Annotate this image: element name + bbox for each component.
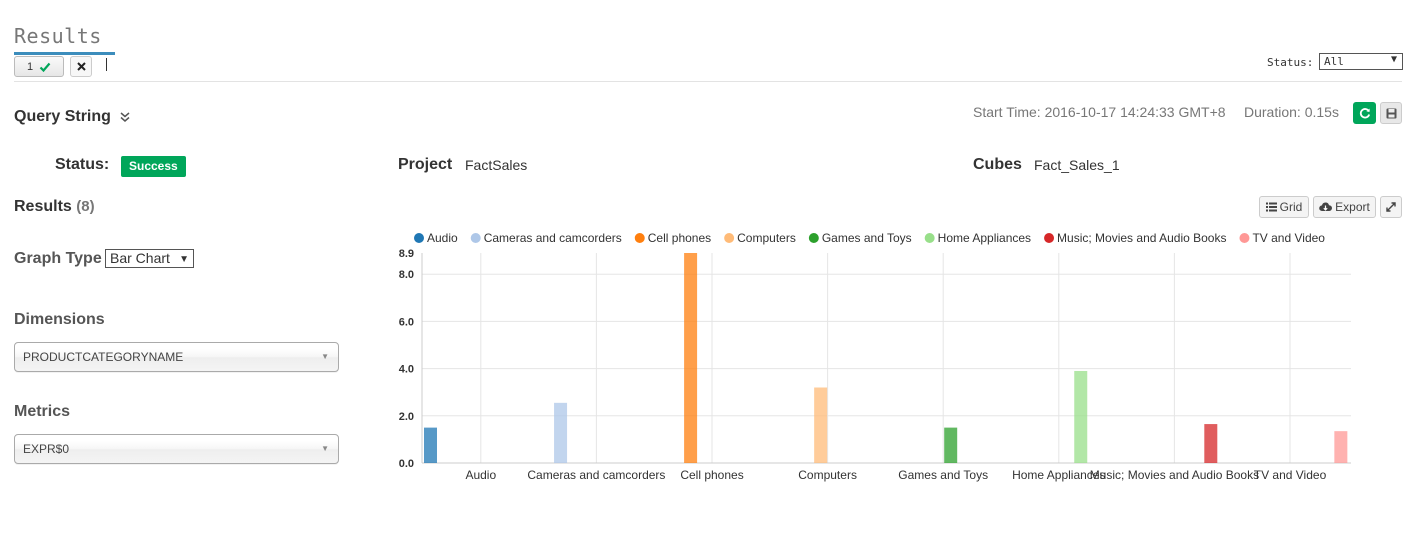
double-chevron-down-icon[interactable]	[119, 111, 131, 123]
legend-label: Audio	[427, 231, 458, 245]
y-tick-label: 4.0	[399, 364, 414, 376]
dropdown-arrow-icon: ▼	[1390, 54, 1397, 65]
status-filter-value: All	[1324, 55, 1344, 68]
bar-chart: 0.0 2.0 4.0 6.0 8.0 8.9 Audio Cameras and camc…	[399, 231, 1351, 482]
bar-computers[interactable]	[814, 387, 828, 463]
x-tick-label: Cell phones	[680, 468, 743, 482]
metrics-label: Metrics	[14, 403, 71, 420]
x-tick-label: Home Appliances	[1012, 468, 1105, 482]
x-tick-label: Games and Toys	[898, 468, 988, 482]
dimensions-select[interactable]: PRODUCTCATEGORYNAME ▼	[14, 342, 339, 372]
x-tick-label: Computers	[798, 468, 857, 482]
dimensions-label: Dimensions	[14, 311, 105, 328]
project-label: Project	[398, 156, 453, 173]
query-string-toggle[interactable]: Query String	[14, 108, 111, 126]
legend-swatch	[470, 233, 481, 243]
status-filter-label: Status:	[1267, 56, 1314, 69]
header-divider	[14, 81, 1402, 82]
legend-label: Computers	[737, 231, 796, 245]
export-button-label: Export	[1335, 200, 1370, 214]
legend-swatch	[1239, 233, 1250, 243]
grid-view-button[interactable]: Grid	[1259, 196, 1309, 218]
legend-label: Cell phones	[648, 231, 711, 245]
legend-label: Games and Toys	[822, 231, 912, 245]
graph-type-select[interactable]: Bar Chart ▼	[105, 249, 194, 268]
status-label: Status:	[55, 156, 110, 173]
bar-music-movies-and-audio-books[interactable]	[1204, 424, 1218, 463]
legend-label: Cameras and camcorders	[484, 231, 622, 245]
legend-item[interactable]: Computers	[724, 231, 796, 245]
y-tick-label: 8.0	[399, 269, 414, 281]
legend-item[interactable]: Cell phones	[634, 231, 711, 245]
caret-down-icon: ▼	[321, 352, 329, 361]
legend-swatch	[1044, 233, 1055, 243]
status-badge: Success	[121, 156, 186, 177]
query-tab-1[interactable]: 1	[14, 56, 64, 77]
graph-type-label: Graph Type	[14, 250, 102, 267]
start-time: Start Time: 2016-10-17 14:24:33 GMT+8	[973, 104, 1226, 120]
legend-item[interactable]: Home Appliances	[924, 231, 1031, 245]
y-tick-label: 2.0	[399, 411, 414, 423]
fullscreen-button[interactable]	[1380, 196, 1402, 218]
legend-label: TV and Video	[1252, 231, 1325, 245]
legend-item[interactable]: Audio	[414, 231, 458, 245]
dropdown-arrow-icon: ▼	[179, 254, 189, 265]
active-tab-indicator	[14, 52, 115, 55]
dimensions-value: PRODUCTCATEGORYNAME	[23, 350, 184, 364]
cubes-value: Fact_Sales_1	[1034, 157, 1120, 173]
y-tick-label: 0.0	[399, 458, 414, 470]
refresh-button[interactable]	[1353, 102, 1376, 124]
y-tick-label: 6.0	[399, 316, 414, 328]
status-filter-select[interactable]: All ▼	[1319, 53, 1403, 70]
export-button[interactable]: Export	[1313, 196, 1376, 218]
results-count: Results (8)	[14, 198, 95, 216]
legend-label: Music; Movies and Audio Books	[1057, 231, 1226, 245]
caret-down-icon: ▼	[321, 444, 329, 453]
legend-swatch	[724, 233, 735, 243]
legend-item[interactable]: TV and Video	[1239, 231, 1325, 245]
duration: Duration: 0.15s	[1244, 104, 1339, 120]
legend-swatch	[924, 233, 935, 243]
legend-swatch	[634, 233, 645, 243]
save-icon	[1386, 108, 1396, 118]
save-query-button[interactable]	[1380, 102, 1402, 124]
legend-label: Home Appliances	[938, 231, 1031, 245]
metrics-select[interactable]: EXPR$0 ▼	[14, 434, 339, 464]
close-icon	[76, 62, 86, 71]
text-cursor	[106, 58, 107, 71]
metrics-value: EXPR$0	[23, 442, 70, 456]
x-tick-label: Music; Movies and Audio Books	[1090, 468, 1259, 482]
bar-cell-phones[interactable]	[684, 253, 698, 463]
x-tick-label: Audio	[465, 468, 496, 482]
results-count-value: (8)	[76, 198, 95, 215]
legend-item[interactable]: Games and Toys	[808, 231, 912, 245]
check-icon	[39, 62, 51, 72]
graph-type-value: Bar Chart	[110, 250, 170, 266]
legend-swatch	[414, 233, 424, 243]
bar-cameras-and-camcorders[interactable]	[554, 402, 568, 463]
project-value: FactSales	[465, 157, 528, 173]
results-tab-title[interactable]: Results	[14, 24, 102, 48]
expand-icon	[1386, 202, 1396, 212]
results-label: Results	[14, 198, 72, 215]
grid-button-label: Grid	[1279, 200, 1303, 214]
legend-swatch	[808, 233, 819, 243]
bar-home-appliances[interactable]	[1074, 370, 1088, 463]
cubes-label: Cubes	[973, 156, 1022, 173]
list-icon	[1265, 202, 1277, 212]
bar-games-and-toys[interactable]	[944, 427, 958, 463]
legend-item[interactable]: Music; Movies and Audio Books	[1044, 231, 1226, 245]
x-tick-label: Cameras and camcorders	[527, 468, 665, 482]
x-tick-label: TV and Video	[1254, 468, 1327, 482]
legend-item[interactable]: Cameras and camcorders	[470, 231, 622, 245]
close-tab-button[interactable]	[70, 56, 92, 77]
cloud-download-icon	[1319, 202, 1333, 211]
bar-tv-and-video[interactable]	[1334, 431, 1348, 463]
refresh-icon	[1359, 108, 1370, 119]
bar-audio[interactable]	[424, 427, 437, 463]
query-tab-label: 1	[26, 60, 34, 73]
y-tick-label: 8.9	[399, 248, 414, 260]
